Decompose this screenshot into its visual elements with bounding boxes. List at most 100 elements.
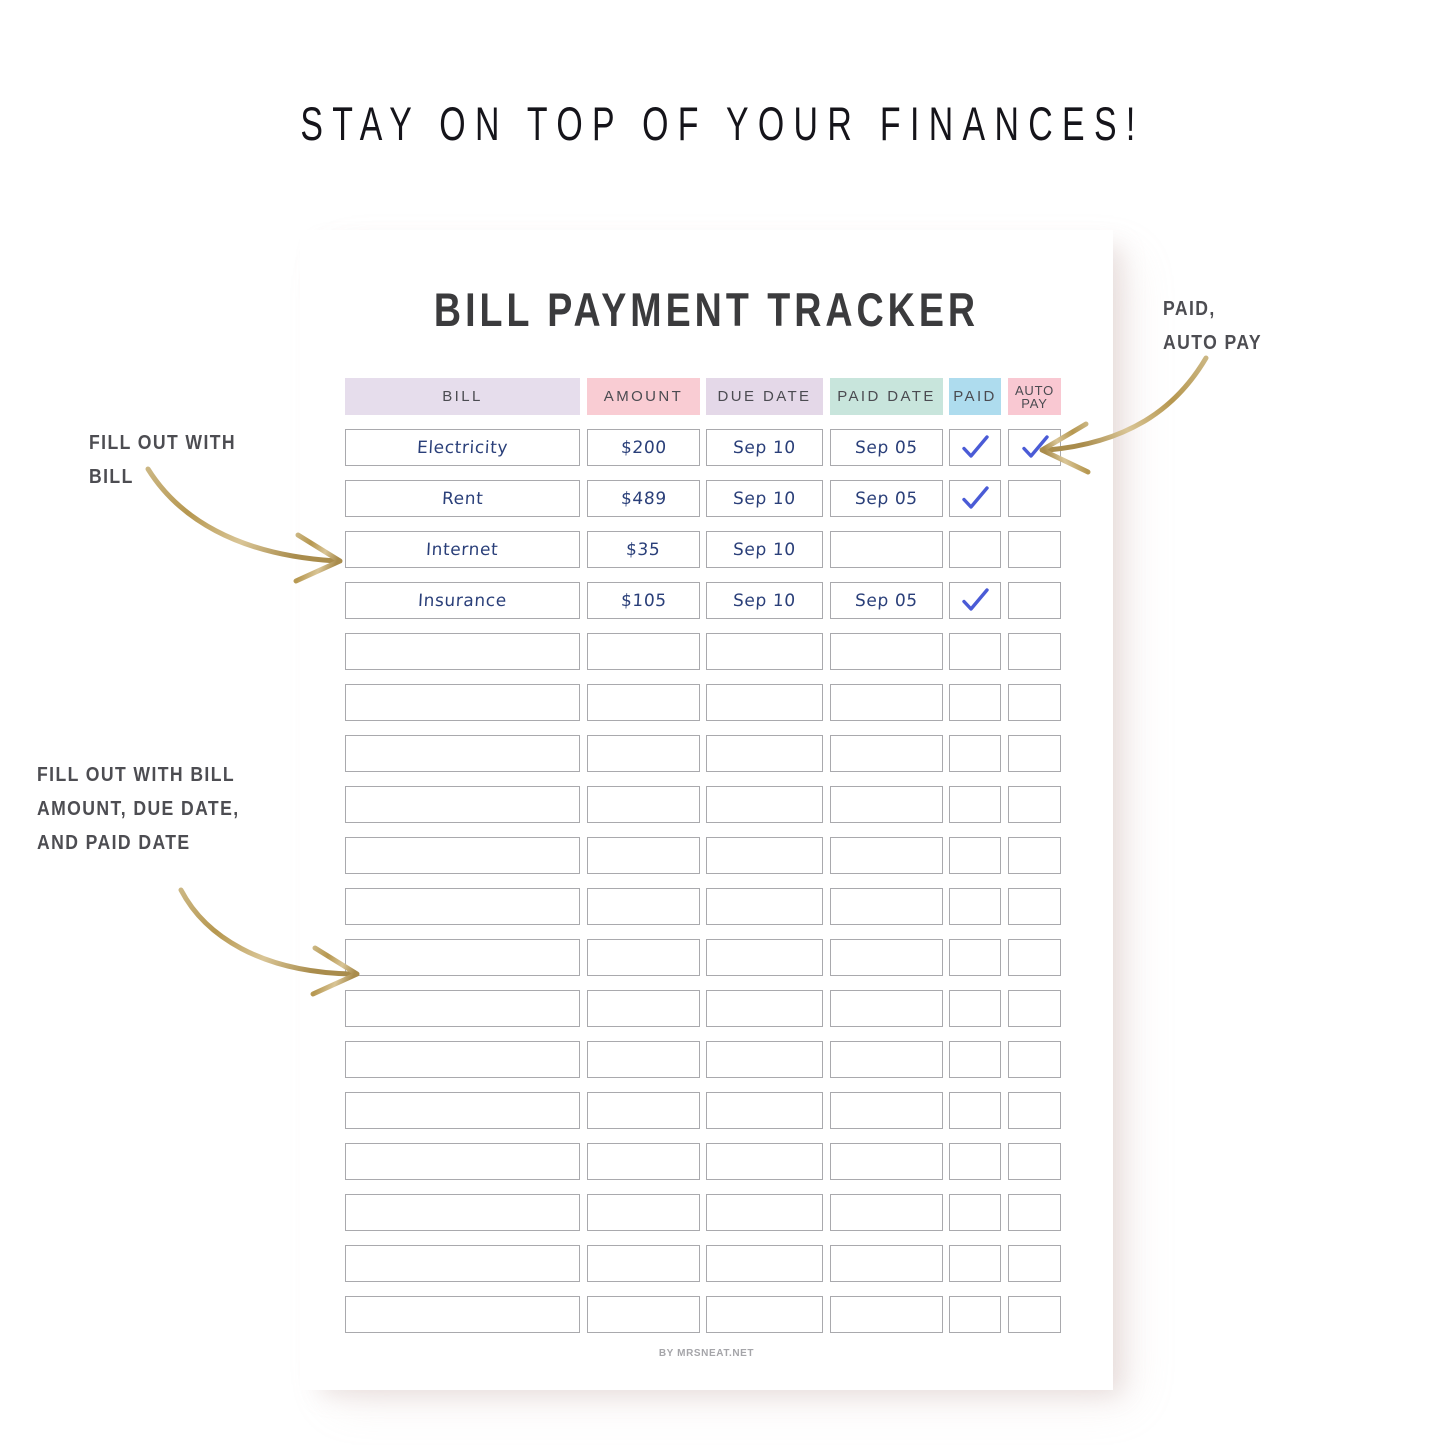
cell-due_date[interactable]: [706, 1194, 823, 1231]
cell-amount[interactable]: $489: [587, 480, 700, 517]
auto-pay-checkbox[interactable]: [1008, 1296, 1061, 1333]
cell-bill[interactable]: [345, 684, 580, 721]
paid-checkbox[interactable]: [949, 1296, 1001, 1333]
cell-paid_date[interactable]: [830, 735, 943, 772]
cell-due_date[interactable]: [706, 633, 823, 670]
paid-checkbox[interactable]: [949, 1143, 1001, 1180]
auto-pay-checkbox[interactable]: [1008, 480, 1061, 517]
cell-paid_date[interactable]: [830, 990, 943, 1027]
cell-bill[interactable]: [345, 1092, 580, 1129]
cell-paid_date[interactable]: [830, 837, 943, 874]
cell-due_date[interactable]: [706, 939, 823, 976]
paid-checkbox[interactable]: [949, 888, 1001, 925]
cell-bill[interactable]: Internet: [345, 531, 580, 568]
cell-due_date[interactable]: [706, 1143, 823, 1180]
cell-bill[interactable]: [345, 1143, 580, 1180]
cell-due_date[interactable]: [706, 735, 823, 772]
cell-bill[interactable]: [345, 1245, 580, 1282]
paid-checkbox[interactable]: [949, 531, 1001, 568]
cell-due_date[interactable]: Sep 10: [706, 582, 823, 619]
auto-pay-checkbox[interactable]: [1008, 735, 1061, 772]
cell-paid_date[interactable]: [830, 1041, 943, 1078]
cell-amount[interactable]: [587, 633, 700, 670]
cell-bill[interactable]: [345, 888, 580, 925]
cell-paid_date[interactable]: [830, 1092, 943, 1129]
cell-paid_date[interactable]: [830, 633, 943, 670]
paid-checkbox[interactable]: [949, 735, 1001, 772]
auto-pay-checkbox[interactable]: [1008, 633, 1061, 670]
cell-due_date[interactable]: [706, 888, 823, 925]
cell-amount[interactable]: [587, 1194, 700, 1231]
cell-paid_date[interactable]: Sep 05: [830, 582, 943, 619]
paid-checkbox[interactable]: [949, 429, 1001, 466]
paid-checkbox[interactable]: [949, 786, 1001, 823]
cell-paid_date[interactable]: [830, 1143, 943, 1180]
cell-amount[interactable]: $105: [587, 582, 700, 619]
cell-due_date[interactable]: [706, 1092, 823, 1129]
auto-pay-checkbox[interactable]: [1008, 1143, 1061, 1180]
cell-amount[interactable]: [587, 990, 700, 1027]
auto-pay-checkbox[interactable]: [1008, 1194, 1061, 1231]
cell-bill[interactable]: Electricity: [345, 429, 580, 466]
auto-pay-checkbox[interactable]: [1008, 1041, 1061, 1078]
cell-amount[interactable]: [587, 1245, 700, 1282]
cell-bill[interactable]: [345, 1041, 580, 1078]
paid-checkbox[interactable]: [949, 1194, 1001, 1231]
cell-bill[interactable]: [345, 735, 580, 772]
paid-checkbox[interactable]: [949, 939, 1001, 976]
cell-paid_date[interactable]: [830, 531, 943, 568]
auto-pay-checkbox[interactable]: [1008, 990, 1061, 1027]
auto-pay-checkbox[interactable]: [1008, 939, 1061, 976]
auto-pay-checkbox[interactable]: [1008, 1092, 1061, 1129]
cell-bill[interactable]: [345, 1194, 580, 1231]
cell-due_date[interactable]: [706, 990, 823, 1027]
paid-checkbox[interactable]: [949, 1041, 1001, 1078]
cell-amount[interactable]: [587, 786, 700, 823]
cell-bill[interactable]: [345, 990, 580, 1027]
cell-paid_date[interactable]: [830, 786, 943, 823]
cell-paid_date[interactable]: [830, 1296, 943, 1333]
cell-bill[interactable]: [345, 837, 580, 874]
auto-pay-checkbox[interactable]: [1008, 1245, 1061, 1282]
cell-due_date[interactable]: Sep 10: [706, 429, 823, 466]
auto-pay-checkbox[interactable]: [1008, 582, 1061, 619]
cell-bill[interactable]: Rent: [345, 480, 580, 517]
cell-amount[interactable]: [587, 684, 700, 721]
paid-checkbox[interactable]: [949, 582, 1001, 619]
cell-amount[interactable]: [587, 735, 700, 772]
cell-amount[interactable]: [587, 1296, 700, 1333]
paid-checkbox[interactable]: [949, 480, 1001, 517]
auto-pay-checkbox[interactable]: [1008, 684, 1061, 721]
cell-amount[interactable]: [587, 939, 700, 976]
cell-paid_date[interactable]: Sep 05: [830, 480, 943, 517]
cell-due_date[interactable]: [706, 837, 823, 874]
cell-due_date[interactable]: [706, 1041, 823, 1078]
cell-paid_date[interactable]: [830, 1245, 943, 1282]
paid-checkbox[interactable]: [949, 837, 1001, 874]
cell-bill[interactable]: Insurance: [345, 582, 580, 619]
cell-paid_date[interactable]: [830, 888, 943, 925]
cell-paid_date[interactable]: [830, 1194, 943, 1231]
cell-due_date[interactable]: [706, 1245, 823, 1282]
cell-due_date[interactable]: [706, 684, 823, 721]
cell-bill[interactable]: [345, 1296, 580, 1333]
cell-paid_date[interactable]: Sep 05: [830, 429, 943, 466]
cell-amount[interactable]: [587, 837, 700, 874]
cell-paid_date[interactable]: [830, 684, 943, 721]
cell-due_date[interactable]: Sep 10: [706, 480, 823, 517]
auto-pay-checkbox[interactable]: [1008, 429, 1061, 466]
auto-pay-checkbox[interactable]: [1008, 837, 1061, 874]
cell-amount[interactable]: [587, 1092, 700, 1129]
cell-bill[interactable]: [345, 786, 580, 823]
cell-amount[interactable]: $200: [587, 429, 700, 466]
cell-due_date[interactable]: [706, 1296, 823, 1333]
paid-checkbox[interactable]: [949, 1245, 1001, 1282]
paid-checkbox[interactable]: [949, 633, 1001, 670]
cell-due_date[interactable]: [706, 786, 823, 823]
paid-checkbox[interactable]: [949, 684, 1001, 721]
cell-amount[interactable]: $35: [587, 531, 700, 568]
cell-paid_date[interactable]: [830, 939, 943, 976]
cell-amount[interactable]: [587, 1143, 700, 1180]
auto-pay-checkbox[interactable]: [1008, 531, 1061, 568]
cell-bill[interactable]: [345, 939, 580, 976]
